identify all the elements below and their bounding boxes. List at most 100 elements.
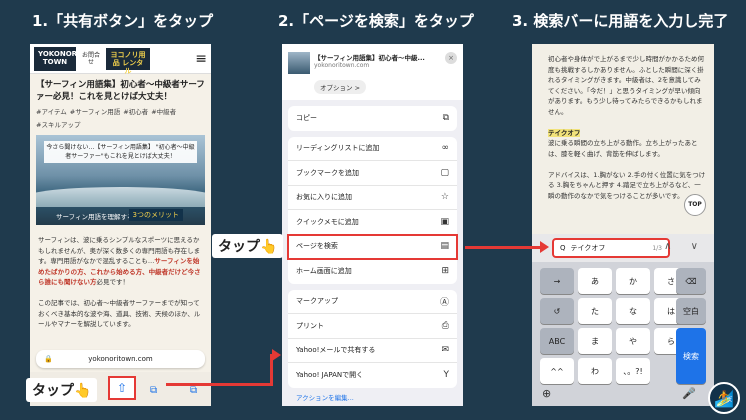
surf-logo-icon: 🏄: [708, 382, 740, 414]
tag-list: #アイテム #サーフィン用語 #初心者 #中級者 #スキルアップ: [30, 106, 211, 129]
term-heading: テイクオフ: [548, 128, 581, 137]
tag[interactable]: #サーフィン用語: [70, 106, 120, 116]
close-icon[interactable]: ×: [445, 52, 457, 64]
menu-item-print[interactable]: プリント ⎙: [288, 314, 457, 339]
tabs-icon[interactable]: ⧉: [190, 385, 197, 396]
menu-group-actions: リーディングリストに追加 ∞ ブックマークを追加 ▢ お気に入りに追加 ☆ クイックメ…: [287, 136, 458, 284]
note-icon: ▣: [440, 216, 449, 227]
hero-caption: 今さら聞けない…【サーフィン用語集】 "初心者〜中級者サーファー"もこれを見とけ…: [44, 141, 197, 163]
address-bar[interactable]: 🔒 yokonoritown.com: [36, 350, 205, 368]
arrow-1-head: [272, 349, 281, 361]
scroll-top-button[interactable]: TOP: [684, 194, 706, 216]
print-icon: ⎙: [441, 320, 449, 331]
arrow-1: [166, 383, 270, 386]
menu-item-add-home[interactable]: ホーム画面に追加 ⊞: [288, 259, 457, 284]
find-input-value: テイクオフ: [570, 244, 606, 252]
tag[interactable]: #初心者: [123, 106, 148, 116]
menu-item-yahoo-mail[interactable]: Yahoo!メールで共有する ✉: [288, 339, 457, 363]
menu-item-favorites[interactable]: お気に入りに追加 ☆: [288, 186, 457, 210]
keyboard-key[interactable]: →: [540, 268, 574, 294]
article-text: 初心者や身体がで上がるまで少し時間がかかるため何度も挑戦するしかありません。ふと…: [532, 44, 714, 201]
tap-callout-2: タップ👆: [212, 234, 284, 258]
keyboard-key[interactable]: や: [616, 328, 650, 354]
menu-item-label: ページを検索: [296, 242, 338, 251]
body-text: アドバイスは、1.胸がない 2.手の付く位置に気をつける 3.胸をちゃんと押す …: [548, 170, 706, 200]
keyboard-key[interactable]: 空白: [676, 298, 706, 324]
share-page-title: 【サーフィン用語集】初心者〜中級...: [314, 54, 425, 62]
menu-item-yahoo-japan[interactable]: Yahoo! JAPANで開く Y: [288, 363, 457, 388]
tag[interactable]: #中級者: [151, 106, 176, 116]
mail-icon: ✉: [441, 345, 449, 356]
tag[interactable]: #スキルアップ: [36, 119, 80, 129]
body-text: 必見です！: [96, 278, 130, 286]
keyboard-key[interactable]: ま: [578, 328, 612, 354]
keyboard-key[interactable]: ↺: [540, 298, 574, 324]
article-title: 【サーフィン用語集】初心者〜中級者サーファー必見！これを見とけば大丈夫！: [36, 80, 205, 102]
menu-item-label: コピー: [296, 114, 317, 123]
lock-icon: 🔒: [44, 355, 53, 363]
hero-subtitle: サーフィン用語を理解する: [56, 213, 134, 221]
keyboard-key[interactable]: わ: [578, 358, 612, 384]
page-thumbnail: [288, 52, 310, 74]
body-text: この記事では、初心者〜中級者サーファーまでが知っておくべき基本的な波や海、道具、…: [38, 299, 201, 328]
share-sheet-header: 【サーフィン用語集】初心者〜中級... yokonoritown.com × オ…: [282, 44, 463, 100]
edit-actions-link[interactable]: アクションを編集...: [296, 392, 354, 402]
menu-item-reading-list[interactable]: リーディングリストに追加 ∞: [288, 137, 457, 161]
keyboard-key[interactable]: ^^: [540, 358, 574, 384]
step3-title: 3. 検索バーに用語を入力し完了: [512, 12, 729, 30]
plus-square-icon: ⊞: [441, 266, 449, 277]
body-text: 波に乗る瞬間の立ち上がる動作。立ち上がったあとは、膝を軽く曲げ、背筋を伸ばします…: [548, 139, 698, 158]
hamburger-menu-icon[interactable]: ≡: [195, 51, 207, 67]
share-page-url: yokonoritown.com: [314, 62, 370, 69]
menu-group-more: マークアップ Ⓐ プリント ⎙ Yahoo!メールで共有する ✉ Yahoo! JAP…: [288, 289, 457, 388]
globe-icon[interactable]: ⊕: [542, 387, 551, 400]
menu-item-markup[interactable]: マークアップ Ⓐ: [288, 290, 457, 314]
wave-graphic: [36, 187, 205, 207]
keyboard-key[interactable]: ⌫: [676, 268, 706, 294]
keyboard-key[interactable]: か: [616, 268, 650, 294]
search-key[interactable]: 検索: [676, 328, 706, 384]
arrow-2: [465, 246, 541, 249]
find-input[interactable]: Q テイクオフ 1/3: [552, 238, 670, 258]
site-logo[interactable]: YOKONORI TOWN: [34, 46, 80, 71]
glasses-icon: ∞: [441, 143, 450, 154]
menu-item-bookmark[interactable]: ブックマークを追加 ▢: [288, 161, 457, 186]
step2-title: 2.「ページを検索」をタップ: [278, 12, 474, 30]
address-url: yokonoritown.com: [88, 355, 153, 363]
keyboard-key[interactable]: た: [578, 298, 612, 324]
keyboard-key[interactable]: あ: [578, 268, 612, 294]
find-nav-arrows-icon[interactable]: ∧ ∨: [664, 241, 706, 252]
contact-link[interactable]: お問合せ: [80, 52, 102, 66]
menu-item-label: ホーム画面に追加: [296, 267, 352, 276]
menu-item-label: お気に入りに追加: [296, 193, 352, 202]
match-count: 1/3: [652, 244, 662, 252]
microphone-icon[interactable]: 🎤: [682, 387, 696, 400]
share-sheet-panel: 【サーフィン用語集】初心者〜中級... yokonoritown.com × オ…: [282, 44, 463, 406]
share-icon: ⇧: [116, 381, 128, 395]
bookmarks-icon[interactable]: ⧉: [150, 385, 157, 396]
rental-banner[interactable]: ヨコノリ用品 レンタル: [106, 47, 150, 75]
yahoo-icon: Y: [443, 370, 450, 381]
keyboard-key[interactable]: ABC: [540, 328, 574, 354]
hero-image: 今さら聞けない…【サーフィン用語集】 "初心者〜中級者サーファー"もこれを見とけ…: [36, 135, 205, 225]
hero-merit: 3つのメリット: [128, 209, 183, 221]
menu-item-label: プリント: [296, 321, 324, 330]
menu-item-label: クイックメモに追加: [296, 217, 359, 226]
share-button[interactable]: ⇧: [108, 376, 136, 400]
options-button[interactable]: オプション >: [314, 80, 367, 94]
menu-item-quick-note[interactable]: クイックメモに追加 ▣: [288, 210, 457, 235]
site-header: YOKONORI TOWN お問合せ ヨコノリ用品 レンタル ≡: [30, 44, 211, 75]
tap-callout-1: タップ👆: [26, 378, 98, 402]
tag[interactable]: #アイテム: [36, 106, 67, 116]
markup-icon: Ⓐ: [439, 297, 449, 308]
keyboard-key[interactable]: 、。?!: [616, 358, 650, 384]
menu-item-label: Yahoo! JAPANで開く: [296, 371, 364, 380]
menu-item-copy[interactable]: コピー ⧉: [288, 106, 457, 131]
search-icon: Q: [560, 244, 566, 252]
menu-item-find-on-page[interactable]: ページを検索 ▤: [287, 233, 458, 260]
find-page-icon: ▤: [440, 241, 449, 252]
menu-item-label: Yahoo!メールで共有する: [296, 346, 376, 355]
book-icon: ▢: [440, 167, 449, 178]
keyboard-key[interactable]: な: [616, 298, 650, 324]
menu-item-label: リーディングリストに追加: [296, 144, 380, 153]
